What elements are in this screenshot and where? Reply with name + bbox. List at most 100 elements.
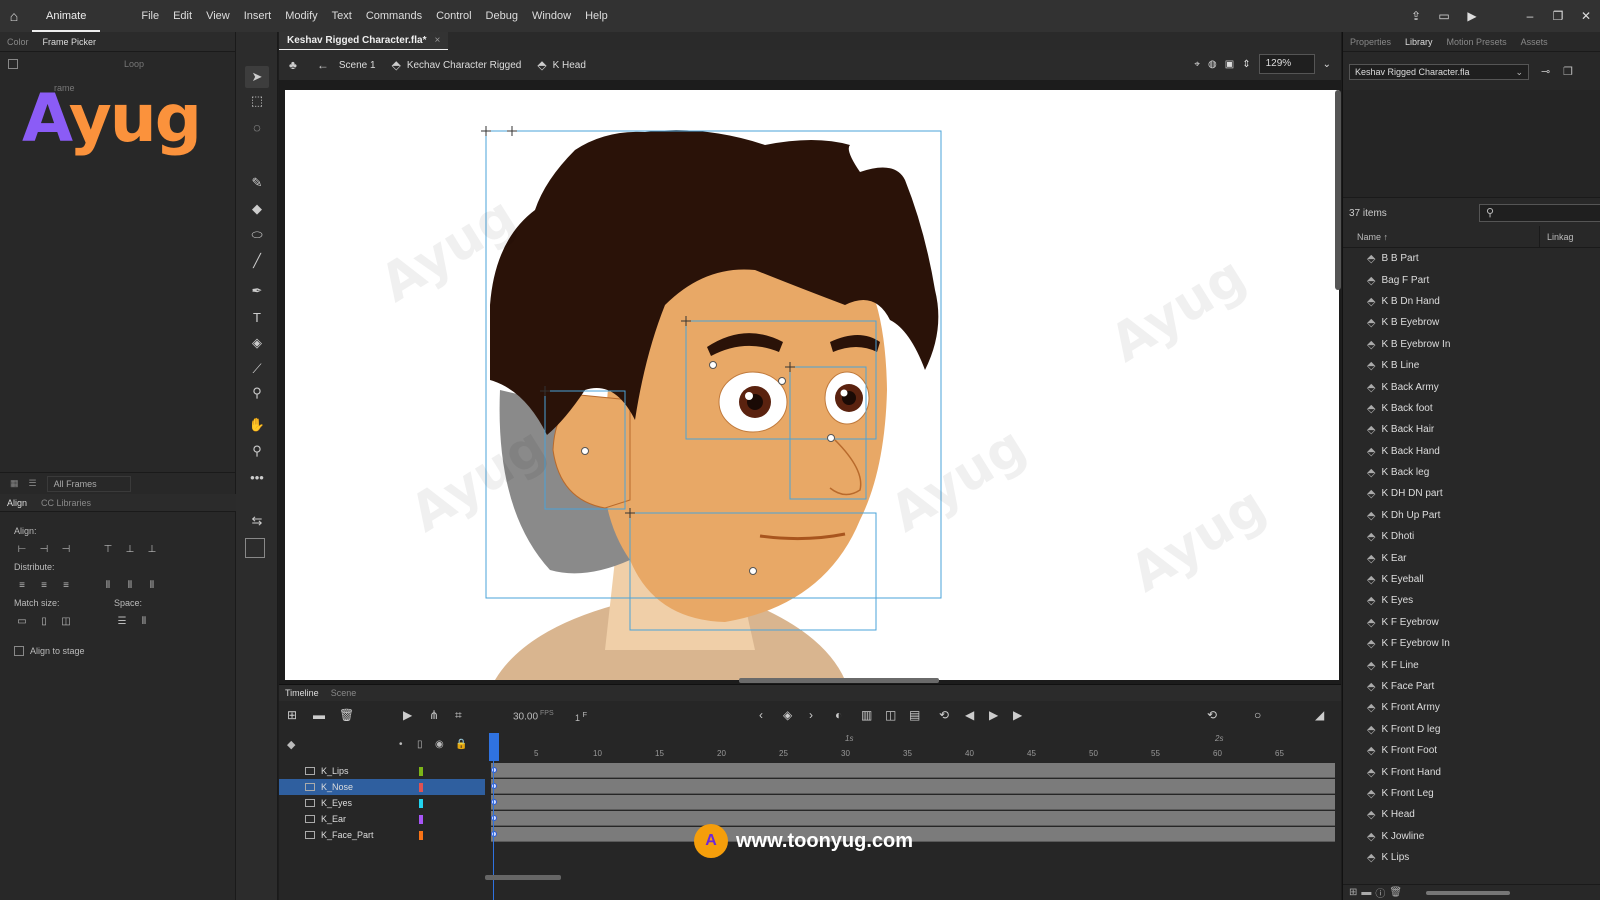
library-item[interactable]: ⬘ K DH DN part: [1343, 483, 1600, 504]
zoom-dropdown-icon[interactable]: ⌄: [1323, 59, 1331, 70]
library-scrollbar[interactable]: [1426, 890, 1511, 895]
more-tools-icon[interactable]: •••: [245, 466, 269, 488]
menu-view[interactable]: View: [199, 0, 237, 32]
library-item[interactable]: ⬘ K Head: [1343, 804, 1600, 825]
library-item[interactable]: ⬘ K B Eyebrow In: [1343, 334, 1600, 355]
library-item[interactable]: ⬘ K Front Hand: [1343, 761, 1600, 782]
zoom-slider-icon[interactable]: ○: [1254, 708, 1261, 722]
menu-control[interactable]: Control: [429, 0, 478, 32]
current-frame[interactable]: 1 F: [575, 710, 587, 723]
list-view-icon[interactable]: ☰: [29, 478, 37, 489]
tab-scene[interactable]: Scene: [325, 688, 363, 698]
timeline-scrollbar[interactable]: [485, 875, 561, 880]
workspace-icon[interactable]: ▭: [1430, 9, 1458, 23]
canvas-horizontal-scrollbar[interactable]: [739, 678, 939, 683]
home-icon[interactable]: ⌂: [0, 0, 28, 32]
next-keyframe-icon[interactable]: ›: [809, 708, 813, 722]
hand-tool-icon[interactable]: ✋: [245, 414, 269, 436]
tab-align[interactable]: Align: [0, 498, 34, 508]
frame-track[interactable]: [491, 795, 1335, 810]
tab-frame-picker[interactable]: Frame Picker: [36, 37, 104, 47]
text-tool-icon[interactable]: T: [245, 306, 269, 328]
frame-grid[interactable]: 1s 2s 5 10 15 20 25 30 35 40 45 50 55 60…: [489, 731, 1335, 900]
match-width-icon[interactable]: ▭: [14, 614, 30, 628]
column-linkage[interactable]: Linkag: [1547, 232, 1574, 242]
pin-tool-icon[interactable]: ⚲: [245, 382, 269, 404]
step-back-icon[interactable]: ◀: [965, 708, 974, 722]
align-left-icon[interactable]: ⊢: [14, 542, 30, 556]
lock-icon[interactable]: 🔒: [455, 739, 467, 750]
insert-frame-icon[interactable]: ▤: [909, 708, 920, 722]
line-tool-icon[interactable]: ╱: [245, 250, 269, 272]
paint-bucket-icon[interactable]: ◈: [245, 332, 269, 354]
onion-skin-icon[interactable]: ◐: [835, 708, 842, 722]
step-forward-icon[interactable]: ▶: [1013, 708, 1022, 722]
distribute-hcenter-icon[interactable]: ⦀: [122, 578, 138, 592]
minimize-icon[interactable]: –: [1516, 9, 1544, 23]
library-item[interactable]: ⬘ K F Eyebrow: [1343, 612, 1600, 633]
insert-keyframe-icon[interactable]: ◈: [783, 708, 792, 722]
test-movie-icon[interactable]: ▶: [1458, 9, 1486, 23]
library-item[interactable]: ⬘ K Eyeball: [1343, 569, 1600, 590]
close-tab-icon[interactable]: ×: [435, 35, 441, 46]
library-item[interactable]: ⬘ K Back leg: [1343, 462, 1600, 483]
library-item[interactable]: ⬘ K Ear: [1343, 547, 1600, 568]
tab-cc-libraries[interactable]: CC Libraries: [34, 498, 98, 508]
brush-tool-icon[interactable]: ✎: [245, 172, 269, 194]
pen-tool-icon[interactable]: ✒: [245, 280, 269, 302]
distribute-bottom-icon[interactable]: ≡: [58, 578, 74, 592]
stroke-fill-swap-icon[interactable]: ⇆: [245, 510, 269, 532]
delete-icon[interactable]: 🗑: [1389, 887, 1402, 898]
column-name[interactable]: Name ↑: [1357, 232, 1388, 242]
selection-tool-icon[interactable]: ➤: [245, 66, 269, 88]
new-folder-icon[interactable]: ▬: [1361, 887, 1371, 898]
frame-ruler[interactable]: 1s 2s 5 10 15 20 25 30 35 40 45 50 55 60…: [489, 731, 1335, 761]
library-item[interactable]: ⬘ K F Line: [1343, 654, 1600, 675]
subselection-tool-icon[interactable]: ⬚: [245, 90, 269, 112]
new-library-icon[interactable]: ❐: [1563, 65, 1573, 78]
new-layer-icon[interactable]: ⊞: [287, 708, 297, 722]
loop-icon[interactable]: ⟲: [939, 708, 949, 722]
library-item[interactable]: ⬘ B B Part: [1343, 248, 1600, 269]
match-both-icon[interactable]: ◫: [58, 614, 74, 628]
app-name[interactable]: Animate: [32, 0, 101, 32]
share-icon[interactable]: ⇪: [1402, 9, 1430, 23]
layer-row-ear[interactable]: K_Ear: [279, 811, 485, 827]
library-item[interactable]: ⬘ K Back Hand: [1343, 441, 1600, 462]
library-item[interactable]: ⬘ K Eyes: [1343, 590, 1600, 611]
align-hcenter-icon[interactable]: ⊣: [36, 542, 52, 556]
library-search-input[interactable]: ⚲: [1479, 204, 1600, 222]
tab-color[interactable]: Color: [0, 37, 36, 47]
library-item[interactable]: ⬘ K Jowline: [1343, 826, 1600, 847]
align-top-icon[interactable]: ⊤: [100, 542, 116, 556]
distribute-left-icon[interactable]: ⦀: [100, 578, 116, 592]
oval-tool-icon[interactable]: ⬭: [245, 224, 269, 246]
eraser-tool-icon[interactable]: ◆: [245, 198, 269, 220]
prev-keyframe-icon[interactable]: ‹: [759, 708, 763, 722]
library-item[interactable]: ⬘ K Front Foot: [1343, 740, 1600, 761]
menu-modify[interactable]: Modify: [278, 0, 324, 32]
center-stage-icon[interactable]: ⌖: [1194, 59, 1200, 70]
library-item[interactable]: ⬘ K Back Hair: [1343, 419, 1600, 440]
keyframe[interactable]: [491, 799, 497, 805]
frame-track[interactable]: [491, 763, 1335, 778]
layer-row-nose[interactable]: K_Nose: [279, 779, 485, 795]
eyedropper-icon[interactable]: ⟋: [245, 358, 269, 380]
breadcrumb-head[interactable]: K Head: [553, 60, 586, 71]
align-right-icon[interactable]: ⊣: [58, 542, 74, 556]
tab-assets[interactable]: Assets: [1514, 37, 1555, 47]
space-horizontal-icon[interactable]: ⦀: [136, 614, 152, 628]
layer-row-eyes[interactable]: K_Eyes: [279, 795, 485, 811]
library-item[interactable]: ⬘ K Front D leg: [1343, 719, 1600, 740]
keyframe[interactable]: [491, 831, 497, 837]
fill-color-icon[interactable]: [245, 538, 265, 558]
library-item[interactable]: ⬘ K B Eyebrow: [1343, 312, 1600, 333]
highlight-layers-icon[interactable]: •: [399, 739, 403, 750]
loop-select[interactable]: Loop: [124, 59, 144, 69]
close-icon[interactable]: ✕: [1572, 9, 1600, 23]
library-item[interactable]: ⬘ K B Dn Hand: [1343, 291, 1600, 312]
zoom-stepper-icon[interactable]: ⇕: [1242, 59, 1250, 70]
canvas-vertical-scrollbar[interactable]: [1335, 90, 1341, 290]
library-item[interactable]: ⬘ K Dhoti: [1343, 526, 1600, 547]
layers-icon[interactable]: ◆: [287, 738, 295, 751]
